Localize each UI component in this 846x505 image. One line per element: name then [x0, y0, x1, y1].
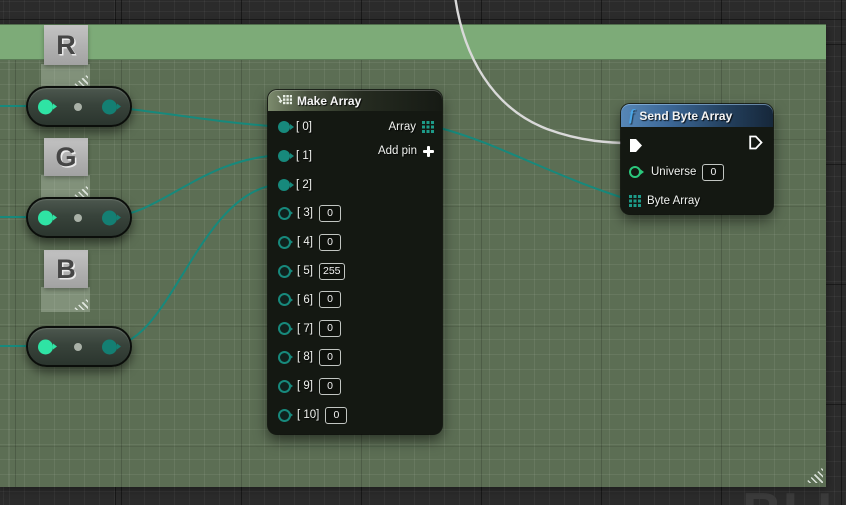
array-element-pin[interactable] — [278, 121, 290, 133]
array-element-label: [ 9] — [297, 380, 313, 392]
byte-array-row: Byte Array — [629, 191, 700, 211]
pill-b-input-pin[interactable] — [38, 339, 53, 354]
make-array-input-row: [ 5] 255 — [278, 261, 345, 281]
compact-node-r[interactable] — [26, 86, 132, 127]
array-element-value-input[interactable]: 0 — [325, 407, 347, 424]
array-element-value-input[interactable]: 255 — [319, 263, 345, 280]
comment-b-label: B — [56, 254, 76, 285]
array-element-label: [ 10] — [297, 409, 319, 421]
universe-pin[interactable] — [629, 166, 641, 178]
exec-in-pin[interactable] — [629, 138, 643, 153]
make-array-input-row: [ 7] 0 — [278, 319, 341, 339]
comment-g-label: G — [55, 142, 76, 173]
byte-array-pin-icon[interactable] — [629, 195, 641, 207]
comment-r-body — [41, 64, 90, 88]
make-array-input-row: [ 4] 0 — [278, 232, 341, 252]
pill-r-output-pin[interactable] — [102, 99, 117, 114]
array-element-pin[interactable] — [278, 380, 291, 393]
send-byte-array-header[interactable]: f Send Byte Array — [621, 104, 773, 127]
array-element-pin[interactable] — [278, 207, 291, 220]
comment-g-resize-handle[interactable] — [72, 185, 88, 197]
array-output-pin-icon[interactable] — [422, 121, 434, 133]
make-array-input-row: [ 9] 0 — [278, 376, 341, 396]
comment-r-title[interactable]: R — [44, 25, 88, 65]
make-array-input-row: [ 6] 0 — [278, 290, 341, 310]
array-element-label: [ 3] — [297, 207, 313, 219]
blueprint-graph-canvas[interactable]: BLU R G B — [0, 0, 846, 505]
array-element-label: [ 6] — [297, 294, 313, 306]
make-array-output-row: Array — [389, 117, 434, 137]
byte-array-label: Byte Array — [647, 195, 700, 207]
array-element-value-input[interactable]: 0 — [319, 378, 341, 395]
pill-g-input-pin[interactable] — [38, 210, 53, 225]
comment-r-label: R — [56, 30, 76, 61]
array-element-label: [ 4] — [297, 236, 313, 248]
pill-g-icon — [74, 214, 82, 222]
array-output-label: Array — [389, 121, 416, 133]
array-element-pin[interactable] — [278, 265, 291, 278]
comment-r-resize-handle[interactable] — [72, 74, 88, 86]
make-array-input-row: [ 10] 0 — [278, 405, 347, 425]
add-pin-label: Add pin — [378, 145, 417, 157]
array-element-value-input[interactable]: 0 — [319, 234, 341, 251]
array-element-pin[interactable] — [278, 351, 291, 364]
compact-node-b[interactable] — [26, 326, 132, 367]
make-array-title: Make Array — [297, 94, 361, 108]
array-element-pin[interactable] — [278, 179, 290, 191]
make-array-add-pin-row[interactable]: Add pin — [378, 141, 434, 161]
add-pin-plus-icon[interactable] — [423, 146, 434, 157]
make-array-node[interactable]: Make Array [ 0] [ 1] [ 2] [ 3] 0 [ 4] 0 [ 5] 255… — [268, 90, 442, 434]
exec-in-row — [629, 135, 643, 155]
make-array-input-row: [ 2] — [278, 175, 312, 195]
universe-label: Universe — [651, 166, 696, 178]
array-element-pin[interactable] — [278, 236, 291, 249]
array-element-label: [ 7] — [297, 323, 313, 335]
pill-r-input-pin[interactable] — [38, 99, 53, 114]
make-array-header[interactable]: Make Array — [268, 90, 442, 111]
array-element-value-input[interactable]: 0 — [319, 291, 341, 308]
send-byte-array-title: Send Byte Array — [639, 109, 732, 123]
universe-row: Universe 0 — [629, 162, 724, 182]
array-element-pin[interactable] — [278, 322, 291, 335]
array-element-label: [ 0] — [296, 121, 312, 133]
send-byte-array-node[interactable]: f Send Byte Array Universe 0 Byte — [621, 104, 773, 214]
comment-b-resize-handle[interactable] — [72, 298, 88, 310]
comment-main-title-bar[interactable] — [0, 24, 826, 60]
array-element-label: [ 5] — [297, 265, 313, 277]
pill-b-icon — [74, 343, 82, 351]
comment-g-title[interactable]: G — [44, 138, 88, 176]
make-array-icon — [276, 94, 292, 107]
array-element-pin[interactable] — [278, 150, 290, 162]
array-element-value-input[interactable]: 0 — [319, 205, 341, 222]
compact-node-g[interactable] — [26, 197, 132, 238]
comment-b-title[interactable]: B — [44, 250, 88, 288]
pill-r-icon — [74, 103, 82, 111]
array-element-value-input[interactable]: 0 — [319, 349, 341, 366]
array-element-label: [ 8] — [297, 351, 313, 363]
make-array-input-row: [ 0] — [278, 117, 312, 137]
array-element-value-input[interactable]: 0 — [319, 320, 341, 337]
pill-b-output-pin[interactable] — [102, 339, 117, 354]
function-icon: f — [629, 108, 634, 124]
make-array-input-row: [ 3] 0 — [278, 203, 341, 223]
array-element-label: [ 1] — [296, 150, 312, 162]
exec-out-pin[interactable] — [749, 135, 763, 150]
array-element-pin[interactable] — [278, 409, 291, 422]
comment-g-body — [41, 175, 90, 199]
array-element-pin[interactable] — [278, 293, 291, 306]
make-array-input-row: [ 8] 0 — [278, 347, 341, 367]
comment-b-body — [41, 287, 90, 312]
universe-value-input[interactable]: 0 — [702, 164, 724, 181]
pill-g-output-pin[interactable] — [102, 210, 117, 225]
array-element-label: [ 2] — [296, 179, 312, 191]
make-array-input-row: [ 1] — [278, 146, 312, 166]
